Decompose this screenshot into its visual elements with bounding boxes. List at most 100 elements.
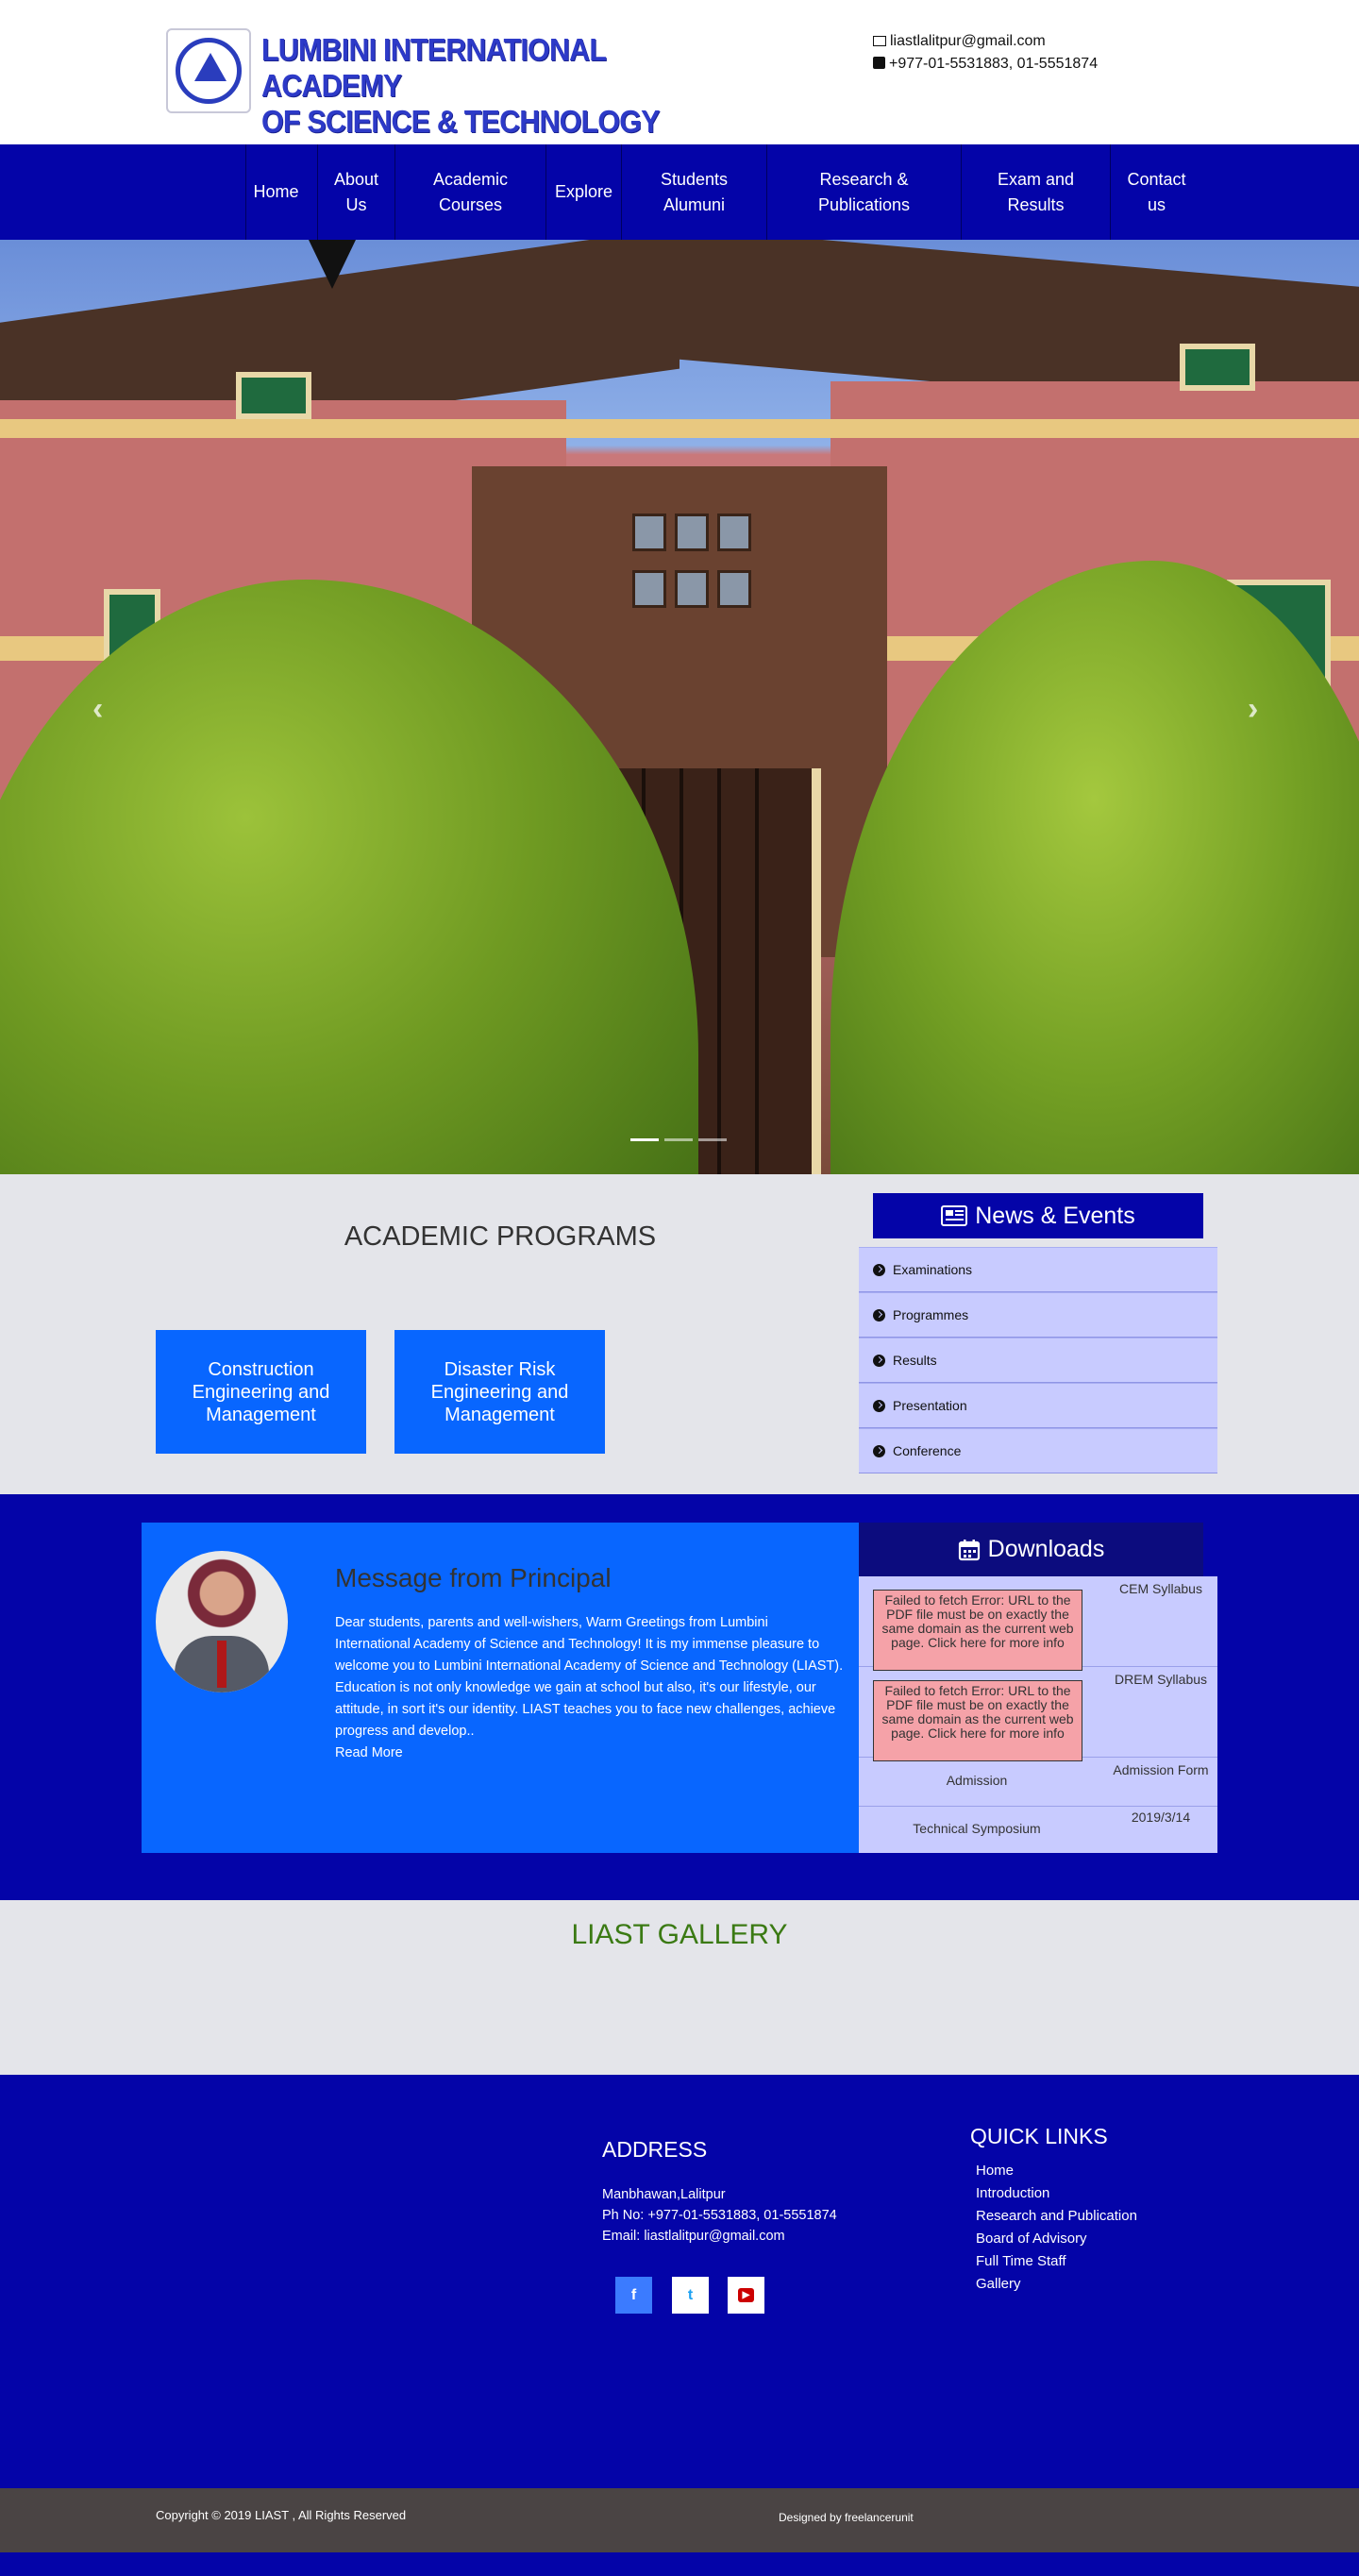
pdf-error-box[interactable]: Failed to fetch Error: URL to the PDF fi… (873, 1590, 1082, 1671)
main-nav: Home About Us Academic Courses Explore S… (0, 144, 1359, 240)
nav-item-about-us[interactable]: About Us (317, 144, 394, 240)
news-item-label: Conference (893, 1443, 962, 1458)
site-header: LUMBINI INTERNATIONAL ACADEMY OF SCIENCE… (0, 0, 1359, 175)
footer-email-line: Email: liastlalitpur@gmail.com (602, 2229, 785, 2244)
header-email: liastlalitpur@gmail.com (890, 33, 1046, 49)
pdf-error-text: Failed to fetch Error: URL to the PDF fi… (881, 1592, 1074, 1650)
header-contact: liastlalitpur@gmail.com +977-01-5531883,… (873, 30, 1098, 76)
download-row: Failed to fetch Error: URL to the PDF fi… (859, 1576, 1217, 1671)
header-email-row: liastlalitpur@gmail.com (873, 30, 1098, 53)
quick-links-title: QUICK LINKS (970, 2124, 1108, 2148)
chevron-circle-right-icon (873, 1444, 885, 1457)
program-label: Disaster Risk Engineering and Management (430, 1358, 569, 1425)
liast-logo-seal[interactable] (166, 28, 251, 113)
news-item-examinations[interactable]: Examinations (859, 1247, 1217, 1292)
calendar-icon (958, 1539, 980, 1560)
site-footer: ADDRESS Manbhawan,Lalitpur Ph No: +977-0… (0, 2075, 1359, 2488)
gallery-title: LIAST GALLERY (571, 1919, 788, 1950)
footer-address-line: Manbhawan,Lalitpur (602, 2187, 726, 2202)
read-more-link[interactable]: Read More (335, 1745, 403, 1760)
download-link-cem-syllabus[interactable]: CEM Syllabus (1109, 1578, 1213, 1600)
download-link-symposium-date[interactable]: 2019/3/14 (1109, 1807, 1213, 1828)
news-item-conference[interactable]: Conference (859, 1428, 1217, 1473)
carousel-dot[interactable] (664, 1138, 693, 1141)
footer-address-title: ADDRESS (602, 2137, 708, 2162)
principal-message-box: Message from Principal Dear students, pa… (142, 1523, 859, 1853)
principal-downloads-section: Message from Principal Dear students, pa… (0, 1494, 1359, 1900)
facebook-icon[interactable]: f (615, 2277, 652, 2314)
nav-item-contact-us[interactable]: Contact us (1110, 144, 1202, 240)
download-row: Admission Admission Form (859, 1758, 1217, 1807)
hero-pane (717, 570, 751, 608)
quick-link-research-publication[interactable]: Research and Publication (976, 2205, 1137, 2228)
program-button-drem[interactable]: Disaster Risk Engineering and Management (394, 1330, 605, 1454)
news-events-header: News & Events (873, 1193, 1203, 1238)
news-item-results[interactable]: Results (859, 1338, 1217, 1383)
academic-title: ACADEMIC PROGRAMS (344, 1221, 657, 1252)
carousel-indicators (630, 1138, 727, 1141)
nav-item-academic-courses[interactable]: Academic Courses (394, 144, 545, 240)
quick-link-introduction[interactable]: Introduction (976, 2182, 1137, 2205)
carousel-dot[interactable] (698, 1138, 727, 1141)
gate-bar (755, 768, 759, 1174)
hero-pane (717, 514, 751, 551)
nav-item-research-publications[interactable]: Research & Publications (766, 144, 961, 240)
chevron-circle-right-icon (873, 1263, 885, 1276)
download-link-drem-syllabus[interactable]: DREM Syllabus (1109, 1669, 1213, 1691)
newspaper-icon (941, 1205, 968, 1226)
header-phone: +977-01-5531883, 01-5551874 (889, 56, 1099, 72)
twitter-glyph: t (687, 2286, 694, 2303)
news-item-label: Programmes (893, 1307, 969, 1322)
news-item-presentation[interactable]: Presentation (859, 1383, 1217, 1428)
copyright-text: Copyright © 2019 LIAST , All Rights Rese… (156, 2508, 407, 2522)
nav-item-students-alumuni[interactable]: Students Alumuni (621, 144, 766, 240)
hero-cornice (0, 419, 1359, 438)
nav-label: Home (253, 182, 299, 201)
quick-link-gallery[interactable]: Gallery (976, 2273, 1137, 2296)
nav-item-home[interactable]: Home (245, 144, 306, 240)
avatar-tie (217, 1641, 226, 1688)
gallery-section: LIAST GALLERY (0, 1900, 1359, 2075)
carousel-prev-icon[interactable]: ‹ (92, 691, 103, 728)
footer-address: Manbhawan,Lalitpur Ph No: +977-01-553188… (602, 2184, 837, 2247)
quick-link-full-time-staff[interactable]: Full Time Staff (976, 2250, 1137, 2273)
downloads-table: Failed to fetch Error: URL to the PDF fi… (859, 1576, 1217, 1853)
carousel-dot[interactable] (630, 1138, 659, 1141)
nav-item-explore[interactable]: Explore (545, 144, 621, 240)
chevron-circle-right-icon (873, 1308, 885, 1322)
nav-label: Research & Publications (817, 169, 911, 214)
header-phone-row: +977-01-5531883, 01-5551874 (873, 53, 1098, 76)
nav-item-exam-results[interactable]: Exam and Results (961, 144, 1110, 240)
hero-pane (675, 514, 709, 551)
program-button-cem[interactable]: Construction Engineering and Management (156, 1330, 366, 1454)
downloads-title: Downloads (987, 1536, 1105, 1562)
hero-pane (675, 570, 709, 608)
youtube-glyph: ▶ (737, 2288, 755, 2302)
news-item-label: Presentation (893, 1398, 967, 1413)
download-link-admission-form[interactable]: Admission Form (1109, 1759, 1213, 1781)
nav-label: About Us (333, 169, 379, 214)
facebook-glyph: f (630, 2286, 637, 2303)
quick-link-home[interactable]: Home (976, 2160, 1137, 2182)
news-list: Examinations Programmes Results Presenta… (859, 1247, 1217, 1473)
download-label-admission: Admission (946, 1773, 1008, 1788)
quick-link-board-of-advisory[interactable]: Board of Advisory (976, 2228, 1137, 2250)
downloads-header: Downloads (859, 1523, 1203, 1576)
carousel-next-icon[interactable]: › (1248, 691, 1258, 728)
chevron-circle-right-icon (873, 1399, 885, 1412)
chevron-circle-right-icon (873, 1354, 885, 1367)
youtube-icon[interactable]: ▶ (728, 2277, 764, 2314)
gate-bar (717, 768, 721, 1174)
copyright-bar: Copyright © 2019 LIAST , All Rights Rese… (0, 2488, 1359, 2552)
designed-by-link[interactable]: Designed by freelancerunit (779, 2511, 914, 2524)
hero-pane (632, 514, 666, 551)
nav-label: Explore (554, 182, 613, 201)
hero-carousel[interactable]: ‹ › (0, 240, 1359, 1174)
news-item-programmes[interactable]: Programmes (859, 1292, 1217, 1338)
download-row: Technical Symposium 2019/3/14 (859, 1807, 1217, 1853)
hero-pane (632, 570, 666, 608)
pdf-error-box[interactable]: Failed to fetch Error: URL to the PDF fi… (873, 1680, 1082, 1761)
twitter-icon[interactable]: t (672, 2277, 709, 2314)
program-label: Construction Engineering and Management (192, 1358, 330, 1425)
footer-phone-line: Ph No: +977-01-5531883, 01-5551874 (602, 2208, 837, 2223)
